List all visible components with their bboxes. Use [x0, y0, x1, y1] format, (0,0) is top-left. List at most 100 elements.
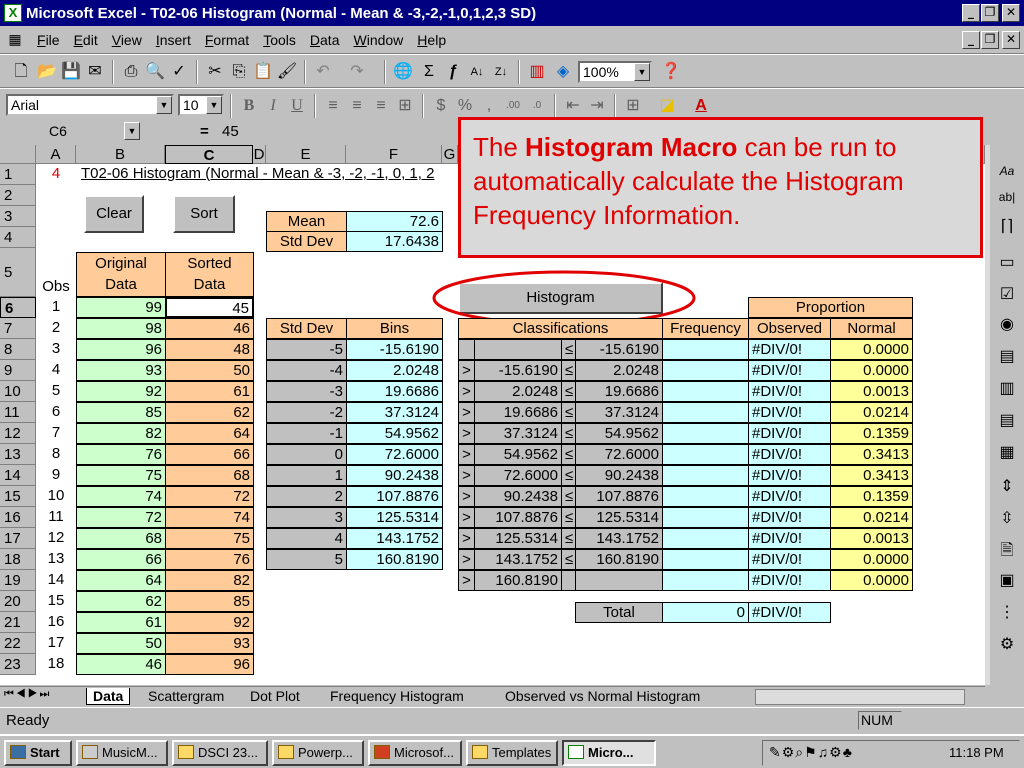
row-header[interactable]: 15: [0, 486, 36, 507]
observed-cell[interactable]: #DIV/0!: [748, 486, 831, 507]
stddev-cell[interactable]: 0: [266, 444, 347, 465]
class-low-cell[interactable]: 19.6686: [474, 402, 562, 423]
combodrop-tool-icon[interactable]: ▦: [996, 443, 1018, 463]
menu-view[interactable]: View: [105, 32, 149, 48]
normal-cell[interactable]: 0.0214: [830, 402, 913, 423]
tab-dot-plot[interactable]: Dot Plot: [250, 688, 300, 704]
frequency-cell[interactable]: [662, 549, 749, 570]
sort-descending-icon[interactable]: Z↓: [490, 62, 512, 82]
row-header[interactable]: 23: [0, 654, 36, 675]
row-header[interactable]: 9: [0, 360, 36, 381]
obs-cell[interactable]: 13: [36, 549, 76, 570]
observed-cell[interactable]: #DIV/0!: [748, 402, 831, 423]
original-data-cell[interactable]: 66: [76, 549, 166, 570]
original-data-cell[interactable]: 61: [76, 612, 166, 633]
normal-cell[interactable]: 0.0214: [830, 507, 913, 528]
doc-minimize-icon[interactable]: _: [962, 31, 980, 49]
obs-cell[interactable]: 12: [36, 528, 76, 549]
menu-window[interactable]: Window: [346, 32, 410, 48]
class-high-cell[interactable]: 125.5314: [575, 507, 663, 528]
function-icon[interactable]: ƒ: [442, 62, 464, 82]
currency-icon[interactable]: $: [430, 96, 452, 116]
normal-cell[interactable]: 0.0000: [830, 549, 913, 570]
task-templates[interactable]: Templates: [466, 740, 558, 766]
obs-cell[interactable]: 2: [36, 318, 76, 339]
row-header[interactable]: 5: [0, 248, 36, 297]
combo-tool-icon[interactable]: ▥: [996, 379, 1018, 399]
cell-a1[interactable]: 4: [36, 164, 76, 185]
menu-data[interactable]: Data: [303, 32, 347, 48]
obs-cell[interactable]: 4: [36, 360, 76, 381]
menu-insert[interactable]: Insert: [149, 32, 198, 48]
properties-tool-icon[interactable]: 🗎: [996, 541, 1018, 561]
grid-tool-icon[interactable]: ⋮: [996, 603, 1018, 623]
percent-icon[interactable]: %: [454, 96, 476, 116]
normal-cell[interactable]: 0.3413: [830, 465, 913, 486]
obs-cell[interactable]: 10: [36, 486, 76, 507]
col-header-g[interactable]: G: [442, 145, 458, 164]
bin-cell[interactable]: 107.8876: [346, 486, 443, 507]
task-musicm[interactable]: MusicM...: [76, 740, 168, 766]
chevron-down-icon[interactable]: ▼: [634, 63, 650, 81]
frequency-cell[interactable]: [662, 339, 749, 360]
original-data-cell[interactable]: 50: [76, 633, 166, 654]
obs-cell[interactable]: 14: [36, 570, 76, 591]
stddev-cell[interactable]: -2: [266, 402, 347, 423]
bin-cell[interactable]: 143.1752: [346, 528, 443, 549]
stddev-cell[interactable]: -3: [266, 381, 347, 402]
row-header[interactable]: 13: [0, 444, 36, 465]
row-header[interactable]: 16: [0, 507, 36, 528]
tab-data[interactable]: Data: [86, 688, 131, 705]
original-data-cell[interactable]: 74: [76, 486, 166, 507]
normal-cell[interactable]: 0.0013: [830, 528, 913, 549]
paste-icon[interactable]: 📋: [252, 62, 274, 82]
class-low-cell[interactable]: 72.6000: [474, 465, 562, 486]
menu-help[interactable]: Help: [410, 32, 453, 48]
clear-button[interactable]: Clear: [84, 195, 144, 233]
sorted-data-cell[interactable]: 61: [165, 381, 254, 402]
hyperlink-icon[interactable]: 🌐: [392, 62, 414, 82]
chevron-down-icon[interactable]: ▼: [156, 96, 172, 114]
menu-tools[interactable]: Tools: [256, 32, 303, 48]
sorted-data-cell[interactable]: 92: [165, 612, 254, 633]
row-header[interactable]: 8: [0, 339, 36, 360]
sorted-data-cell[interactable]: 82: [165, 570, 254, 591]
sorted-data-cell[interactable]: 48: [165, 339, 254, 360]
sort-ascending-icon[interactable]: A↓: [466, 62, 488, 82]
groupbox-tool-icon[interactable]: ⌈⌉: [996, 217, 1018, 237]
stddev-cell[interactable]: 4: [266, 528, 347, 549]
sort-button[interactable]: Sort: [173, 195, 235, 233]
combolist-tool-icon[interactable]: ▤: [996, 411, 1018, 431]
class-low-cell[interactable]: 2.0248: [474, 381, 562, 402]
row-header[interactable]: 14: [0, 465, 36, 486]
option-tool-icon[interactable]: ◉: [996, 315, 1018, 335]
sorted-data-cell[interactable]: 62: [165, 402, 254, 423]
row-header[interactable]: 12: [0, 423, 36, 444]
original-data-cell[interactable]: 46: [76, 654, 166, 675]
spinner-tool-icon[interactable]: ⇳: [996, 509, 1018, 529]
menu-edit[interactable]: Edit: [67, 32, 105, 48]
code-tool-icon[interactable]: ▣: [996, 571, 1018, 591]
sorted-data-cell[interactable]: 50: [165, 360, 254, 381]
start-button[interactable]: Start: [4, 740, 72, 766]
row-header[interactable]: 1: [0, 164, 36, 185]
excel-app-icon[interactable]: X: [4, 4, 22, 22]
obs-cell[interactable]: 17: [36, 633, 76, 654]
normal-cell[interactable]: 0.1359: [830, 423, 913, 444]
stddev-cell[interactable]: -5: [266, 339, 347, 360]
button-tool-icon[interactable]: ▭: [996, 253, 1018, 273]
frequency-cell[interactable]: [662, 402, 749, 423]
original-data-cell[interactable]: 64: [76, 570, 166, 591]
row-header[interactable]: 21: [0, 612, 36, 633]
frequency-cell[interactable]: [662, 381, 749, 402]
original-data-cell[interactable]: 99: [76, 297, 166, 318]
normal-cell[interactable]: 0.3413: [830, 444, 913, 465]
obs-cell[interactable]: 6: [36, 402, 76, 423]
font-size-select[interactable]: 10 ▼: [178, 94, 224, 116]
menu-format[interactable]: Format: [198, 32, 256, 48]
listbox-tool-icon[interactable]: ▤: [996, 347, 1018, 367]
original-data-cell[interactable]: 92: [76, 381, 166, 402]
original-data-cell[interactable]: 85: [76, 402, 166, 423]
format-painter-icon[interactable]: 🖌: [276, 62, 298, 82]
row-header[interactable]: 10: [0, 381, 36, 402]
